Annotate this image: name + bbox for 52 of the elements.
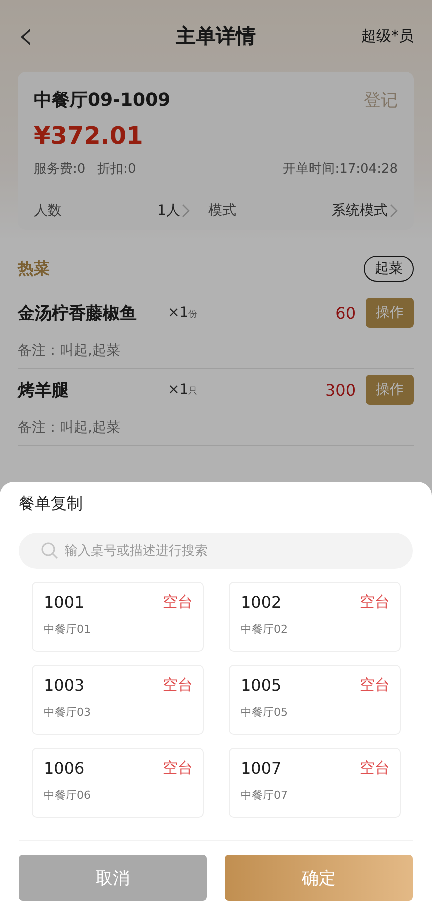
dish-quantity: ×1 bbox=[168, 305, 189, 321]
guests-value[interactable]: 1人 bbox=[158, 202, 180, 220]
table-area: 中餐厅01 bbox=[44, 622, 193, 637]
chevron-icon bbox=[182, 204, 190, 218]
dish-price: 60 bbox=[336, 304, 356, 322]
open-time: 开单时间:17:04:28 bbox=[283, 161, 398, 178]
dish-price: 300 bbox=[325, 380, 356, 400]
section-title: 热菜 bbox=[18, 258, 50, 280]
table-area: 中餐厅07 bbox=[241, 788, 390, 803]
table-card[interactable]: 1006 空台 中餐厅06 bbox=[32, 748, 204, 818]
table-status: 空台 bbox=[163, 676, 193, 695]
dish-unit: 份 bbox=[188, 310, 198, 320]
dish-unit: 只 bbox=[188, 387, 198, 397]
sheet-title: 餐单复制 bbox=[19, 494, 84, 515]
table-card[interactable]: 1007 空台 中餐厅07 bbox=[229, 748, 401, 818]
table-card[interactable]: 1005 空台 中餐厅05 bbox=[229, 665, 401, 735]
table-area: 中餐厅03 bbox=[44, 705, 193, 720]
back-button[interactable]: ‹ bbox=[18, 16, 78, 56]
mode-value[interactable]: 系统模式 bbox=[332, 202, 388, 220]
table-number: 1002 bbox=[241, 593, 282, 612]
guests-label: 人数 bbox=[34, 202, 63, 220]
service-fee: 服务费:0 bbox=[34, 161, 86, 178]
table-status: 空台 bbox=[360, 676, 390, 695]
table-card[interactable]: 1003 空台 中餐厅03 bbox=[32, 665, 204, 735]
table-area: 中餐厅02 bbox=[241, 622, 390, 637]
table-area: 中餐厅06 bbox=[44, 788, 193, 803]
user-name: 超级*员 bbox=[360, 26, 414, 46]
table-card[interactable]: 1001 空台 中餐厅01 bbox=[32, 582, 204, 652]
search-field[interactable]: 输入桌号或描述进行搜索 bbox=[19, 533, 413, 569]
table-number: 1005 bbox=[241, 676, 282, 695]
dish-name: 金汤柠香藤椒鱼 bbox=[18, 302, 138, 324]
dish-note: 备注：叫起,起菜 bbox=[18, 342, 122, 360]
dish-quantity: ×1 bbox=[168, 382, 189, 398]
order-amount: ¥372.01 bbox=[34, 122, 144, 150]
serve-button[interactable]: 起菜 bbox=[364, 256, 414, 282]
table-status: 空台 bbox=[163, 593, 193, 612]
discount: 折扣:0 bbox=[98, 161, 136, 178]
table-number: 1001 bbox=[44, 593, 85, 612]
dish-name: 烤羊腿 bbox=[18, 380, 70, 402]
table-card[interactable]: 1002 空台 中餐厅02 bbox=[229, 582, 401, 652]
mode-label: 模式 bbox=[208, 202, 238, 220]
table-number: 1007 bbox=[241, 759, 282, 778]
table-name: 中餐厅09-1009 bbox=[34, 89, 171, 112]
table-status: 空台 bbox=[360, 759, 390, 778]
page-title: 主单详情 bbox=[176, 22, 256, 50]
table-number: 1003 bbox=[44, 676, 85, 695]
table-status: 空台 bbox=[360, 593, 390, 612]
table-area: 中餐厅05 bbox=[241, 705, 390, 720]
chevron-icon bbox=[390, 204, 398, 218]
table-number: 1006 bbox=[44, 759, 85, 778]
dish-note: 备注：叫起,起菜 bbox=[18, 419, 122, 437]
table-status: 空台 bbox=[163, 759, 193, 778]
